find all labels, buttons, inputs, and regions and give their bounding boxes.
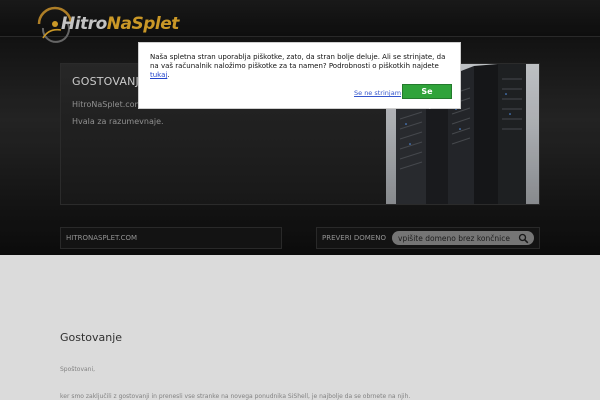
content-title: Gostovanje <box>60 331 123 344</box>
domain-check-label: PREVERI DOMENO <box>322 234 386 242</box>
cookie-consent-dialog: Naša spletna stran uporablja piškotke, z… <box>138 42 461 109</box>
site-logo[interactable]: HitroNaSplet <box>35 4 179 44</box>
domain-bar: HITRONASPLET.COM PREVERI DOMENO <box>60 227 540 249</box>
cookie-details-link[interactable]: tukaj <box>150 71 167 79</box>
banner-line-1: HitroNaSplet.com <box>72 100 143 109</box>
domain-box: HITRONASPLET.COM <box>60 227 282 249</box>
logo-text-part2: NaSplet <box>106 14 180 34</box>
search-icon[interactable] <box>518 233 529 244</box>
logo-text: HitroNaSplet <box>61 14 179 34</box>
cookie-accept-button[interactable]: Se strinjam <box>402 84 452 109</box>
domain-search-input[interactable] <box>398 233 516 243</box>
content-greeting: Spoštovani, <box>60 366 96 373</box>
content-paragraph: ker smo zaključili z gostovanji in prene… <box>60 393 411 400</box>
cookie-text-block: Naša spletna stran uporablja piškotke, z… <box>150 53 446 79</box>
domain-search-field[interactable] <box>392 231 534 245</box>
logo-text-part1: Hitro <box>61 14 107 34</box>
cookie-message: Naša spletna stran uporablja piškotke, z… <box>150 53 446 70</box>
banner-line-2: Hvala za razumevnaje. <box>72 117 164 126</box>
cookie-reject-link[interactable]: Se ne strinjam <box>354 89 401 97</box>
domain-check-box: PREVERI DOMENO <box>316 227 540 249</box>
domain-label: HITRONASPLET.COM <box>66 234 138 242</box>
banner-title: GOSTOVANJE <box>72 75 147 88</box>
